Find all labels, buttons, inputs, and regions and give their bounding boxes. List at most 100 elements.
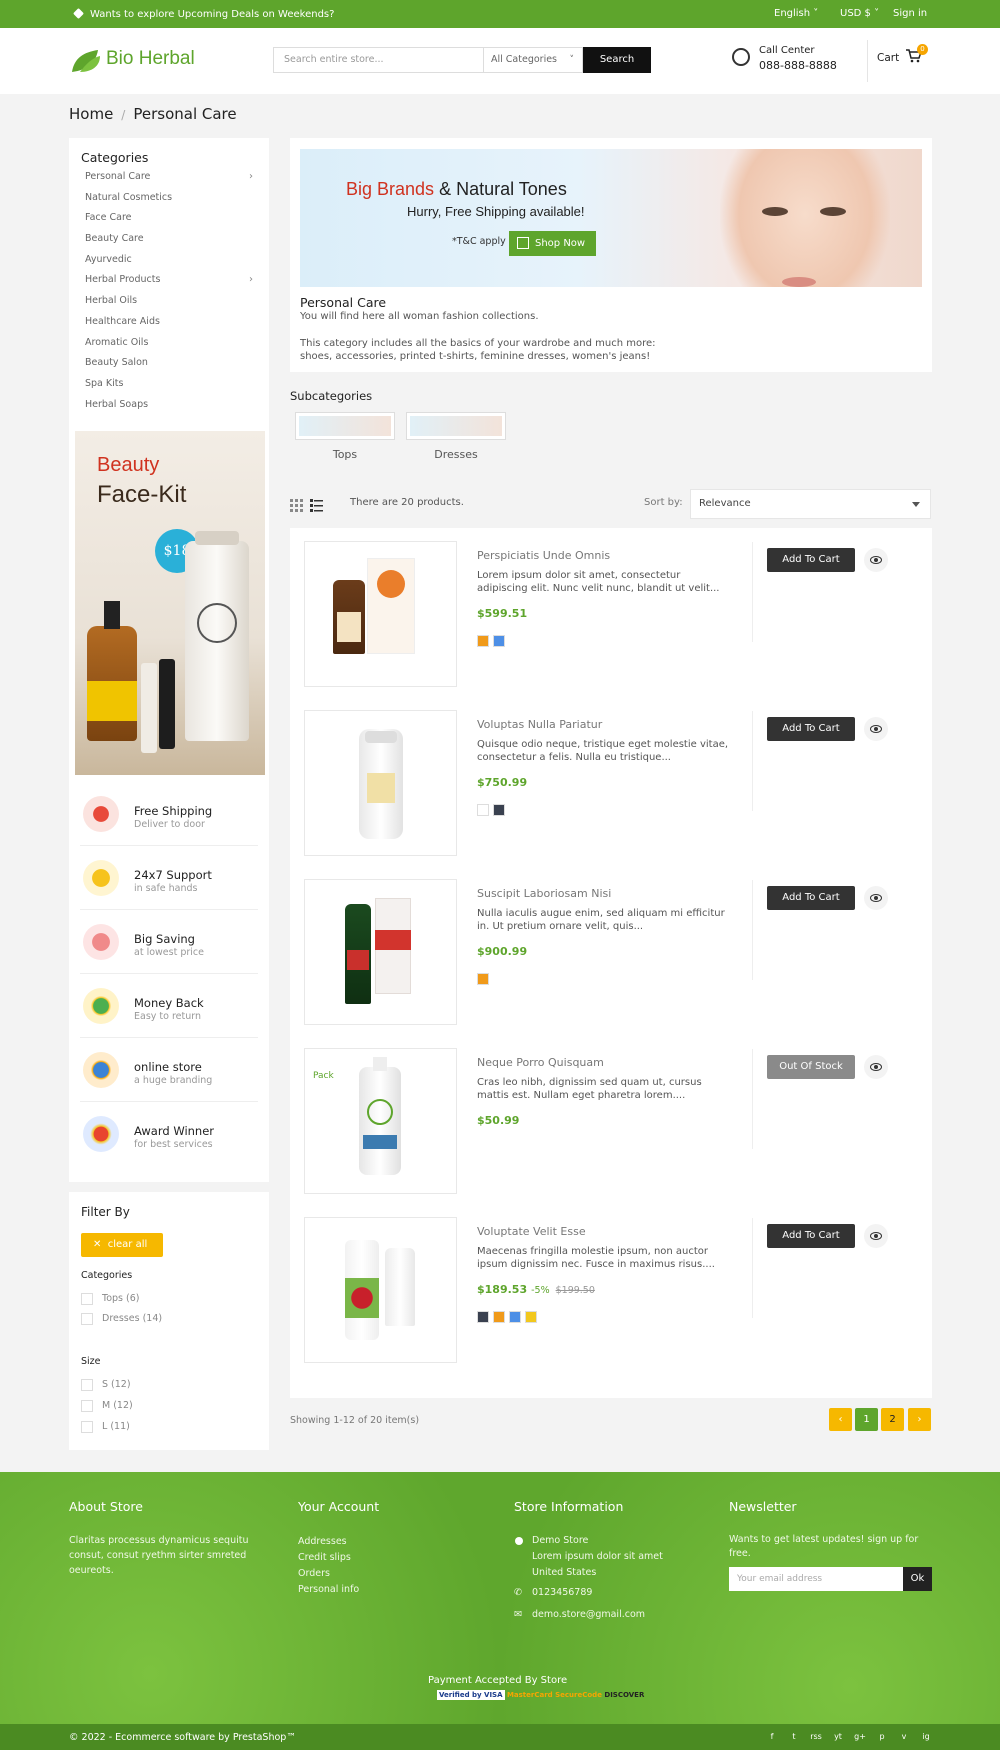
clear-all-button[interactable]: ✕ clear all — [81, 1233, 163, 1257]
newsletter-title: Newsletter — [729, 1499, 797, 1514]
facebook-icon[interactable]: f — [765, 1730, 779, 1744]
filter-label-dresses: Dresses (14) — [102, 1313, 163, 1324]
category-description: This category includes all the basics of… — [300, 338, 656, 349]
cart-link[interactable]: Cart — [877, 52, 899, 64]
subcategory-tops-label[interactable]: Tops — [295, 448, 395, 461]
filter-checkbox-size-s[interactable] — [81, 1379, 93, 1391]
divider — [752, 711, 753, 811]
breadcrumb: Home / Personal Care — [69, 105, 237, 123]
newsletter-ok-button[interactable]: Ok — [903, 1567, 932, 1591]
product-image[interactable] — [304, 541, 457, 687]
breadcrumb-home[interactable]: Home — [69, 105, 113, 123]
filter-checkbox-dresses[interactable] — [81, 1313, 93, 1325]
add-to-cart-button[interactable]: Add To Cart — [767, 717, 855, 741]
add-to-cart-button[interactable]: Add To Cart — [767, 548, 855, 572]
subcategory-dresses-image[interactable] — [406, 412, 506, 440]
color-swatch[interactable] — [493, 635, 505, 647]
color-swatch[interactable] — [477, 635, 489, 647]
quick-view-eye-icon[interactable] — [864, 886, 888, 910]
sidebar-item-aromatic-oils[interactable]: Aromatic Oils — [85, 337, 255, 358]
product-item: Suscipit Laboriosam Nisi Nulla iaculis a… — [290, 866, 932, 1035]
subcategory-dresses-label[interactable]: Dresses — [406, 448, 506, 461]
product-image[interactable] — [304, 879, 457, 1025]
product-name[interactable]: Voluptas Nulla Pariatur — [477, 718, 602, 731]
category-select[interactable]: All Categories ˅ — [483, 47, 583, 73]
sidebar-item-herbal-products[interactable]: Herbal Products › — [85, 274, 255, 295]
search-button[interactable]: Search — [583, 47, 651, 73]
quick-view-eye-icon[interactable] — [864, 717, 888, 741]
quick-view-eye-icon[interactable] — [864, 1224, 888, 1248]
shop-now-button[interactable]: Shop Now — [509, 231, 596, 256]
sidebar-item-ayurvedic[interactable]: Ayurvedic — [85, 254, 255, 275]
face-kit-promo-image[interactable]: Beauty Face-Kit $18 — [75, 431, 265, 775]
sidebar-item-face-care[interactable]: Face Care — [85, 212, 255, 233]
add-to-cart-button[interactable]: Add To Cart — [767, 886, 855, 910]
breadcrumb-current: Personal Care — [133, 105, 237, 123]
product-item: Voluptate Velit Esse Maecenas fringilla … — [290, 1204, 932, 1373]
filter-checkbox-size-l[interactable] — [81, 1421, 93, 1433]
add-to-cart-button[interactable]: Add To Cart — [767, 1224, 855, 1248]
rss-icon[interactable]: rss — [809, 1730, 823, 1744]
product-price: $50.99 — [477, 1114, 520, 1127]
product-image[interactable] — [304, 710, 457, 856]
signin-link[interactable]: Sign in — [893, 8, 927, 19]
sidebar-item-herbal-oils[interactable]: Herbal Oils — [85, 295, 255, 316]
filter-checkbox-tops[interactable] — [81, 1293, 93, 1305]
category-banner[interactable]: Big Brands & Natural Tones Hurry, Free S… — [300, 149, 922, 287]
product-item: Perspiciatis Unde Omnis Lorem ipsum dolo… — [290, 528, 932, 697]
product-name[interactable]: Voluptate Velit Esse — [477, 1225, 586, 1238]
color-swatch[interactable] — [477, 804, 489, 816]
sidebar-item-beauty-salon[interactable]: Beauty Salon — [85, 357, 255, 378]
product-image[interactable] — [304, 1217, 457, 1363]
sort-select[interactable]: Relevance — [690, 489, 931, 519]
color-swatch[interactable] — [493, 804, 505, 816]
language-select[interactable]: English ˅ — [774, 8, 818, 19]
newsletter-email-input[interactable]: Your email address — [729, 1567, 903, 1591]
quick-view-eye-icon[interactable] — [864, 1055, 888, 1079]
youtube-icon[interactable]: yt — [831, 1730, 845, 1744]
subcategory-tops-image[interactable] — [295, 412, 395, 440]
product-name[interactable]: Suscipit Laboriosam Nisi — [477, 887, 611, 900]
filter-checkbox-size-m[interactable] — [81, 1400, 93, 1412]
pinterest-icon[interactable]: p — [875, 1730, 889, 1744]
pagination-next[interactable]: › — [908, 1408, 931, 1431]
sidebar-item-healthcare-aids[interactable]: Healthcare Aids — [85, 316, 255, 337]
color-swatch[interactable] — [477, 1311, 489, 1323]
google-plus-icon[interactable]: g+ — [853, 1730, 867, 1744]
chevron-down-icon: ˅ — [874, 8, 880, 19]
search-input[interactable]: Search entire store... — [273, 47, 483, 73]
currency-select[interactable]: USD $ ˅ — [840, 8, 879, 19]
serum-bottle-image — [87, 601, 137, 741]
footer-link-personal-info[interactable]: Personal info — [298, 1584, 359, 1595]
footer-link-orders[interactable]: Orders — [298, 1568, 330, 1579]
instagram-icon[interactable]: ig — [919, 1730, 933, 1744]
gift-icon — [517, 237, 529, 249]
pagination-page-1[interactable]: 1 — [855, 1408, 878, 1431]
divider — [752, 542, 753, 642]
pagination-prev[interactable]: ‹ — [829, 1408, 852, 1431]
delivery-scooter-icon — [83, 796, 119, 832]
sidebar-item-herbal-soaps[interactable]: Herbal Soaps — [85, 399, 255, 420]
sidebar-item-spa-kits[interactable]: Spa Kits — [85, 378, 255, 399]
list-view-icon[interactable] — [310, 499, 323, 512]
product-image[interactable]: Pack — [304, 1048, 457, 1194]
twitter-icon[interactable]: t — [787, 1730, 801, 1744]
product-name[interactable]: Perspiciatis Unde Omnis — [477, 549, 610, 562]
color-swatch[interactable] — [493, 1311, 505, 1323]
pagination-page-2[interactable]: 2 — [881, 1408, 904, 1431]
chevron-down-icon: ˅ — [569, 55, 575, 65]
quick-view-eye-icon[interactable] — [864, 548, 888, 572]
filter-categories-title: Categories — [81, 1270, 133, 1281]
footer-email[interactable]: demo.store@gmail.com — [532, 1609, 645, 1620]
sidebar-item-natural-cosmetics[interactable]: Natural Cosmetics — [85, 192, 255, 213]
vimeo-icon[interactable]: v — [897, 1730, 911, 1744]
product-name[interactable]: Neque Porro Quisquam — [477, 1056, 604, 1069]
grid-view-icon[interactable] — [290, 499, 303, 512]
color-swatch[interactable] — [509, 1311, 521, 1323]
footer-link-credit-slips[interactable]: Credit slips — [298, 1552, 351, 1563]
color-swatch[interactable] — [525, 1311, 537, 1323]
color-swatch[interactable] — [477, 973, 489, 985]
sidebar-item-personal-care[interactable]: Personal Care › — [85, 171, 255, 192]
footer-link-addresses[interactable]: Addresses — [298, 1536, 347, 1547]
sidebar-item-beauty-care[interactable]: Beauty Care — [85, 233, 255, 254]
